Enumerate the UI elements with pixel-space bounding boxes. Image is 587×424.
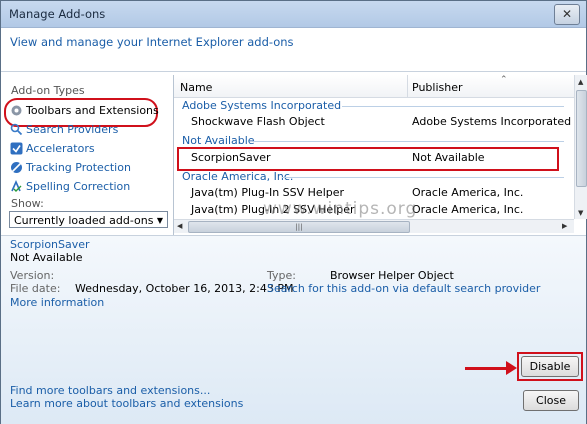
sidebar-item-spelling-correction[interactable]: Spelling Correction [10,178,130,194]
scroll-up-icon[interactable]: ▲ [578,78,583,86]
details-addon-publisher: Not Available [10,251,83,264]
chevron-down-icon: ▼ [156,216,163,225]
column-divider[interactable] [407,75,408,97]
title-bar: Manage Add-ons ✕ [1,1,586,28]
sort-ascending-icon: ⌃ [500,75,508,85]
more-information-link[interactable]: More information [10,296,104,309]
group-header: Not Available [182,134,255,147]
addon-types-label: Add-on Types [11,84,85,97]
addon-publisher: Adobe Systems Incorporated [412,115,572,128]
close-button[interactable]: Close [523,390,579,411]
red-arrow-head [506,361,517,375]
sidebar-item-label: Toolbars and Extensions [26,103,159,117]
list-header: Name Publisher ⌃ [174,75,574,98]
show-dropdown-value: Currently loaded add-ons [14,214,154,227]
divider [1,71,586,72]
group-divider [282,177,564,178]
tracking-protection-icon [10,161,23,174]
sidebar-item-accelerators[interactable]: Accelerators [10,140,95,156]
addon-name: Shockwave Flash Object [191,115,325,128]
disable-button[interactable]: Disable [521,356,579,377]
show-label: Show: [11,197,44,210]
details-pane: ScorpionSaver Not Available Version: Fil… [1,235,586,424]
spelling-icon [10,179,23,193]
sidebar-item-search-providers[interactable]: Search Providers [10,121,118,137]
show-dropdown[interactable]: Currently loaded add-ons ▼ [9,211,168,228]
sidebar-item-toolbars-extensions[interactable]: Toolbars and Extensions [10,102,159,118]
gear-icon [10,104,23,117]
group-divider [252,141,564,142]
addon-publisher: Oracle America, Inc. [412,186,524,199]
sidebar-item-label: Accelerators [26,141,95,155]
watermark: www.wintips.org [263,199,418,219]
close-window-button[interactable]: ✕ [554,4,580,25]
learn-more-link[interactable]: Learn more about toolbars and extensions [10,397,243,410]
file-date-label: File date: [10,282,61,295]
window-title: Manage Add-ons [9,7,106,21]
row-highlight-box [177,147,559,171]
header-link[interactable]: View and manage your Internet Explorer a… [10,35,294,49]
type-label: Type: [267,269,296,282]
scroll-down-icon[interactable]: ▼ [578,209,583,217]
vertical-scroll-thumb[interactable] [576,90,587,187]
group-divider [342,106,564,107]
sidebar-item-tracking-protection[interactable]: Tracking Protection [10,159,131,175]
search-addon-link[interactable]: Search for this add-on via default searc… [267,282,540,295]
horizontal-scroll-thumb[interactable]: ||| [188,221,410,233]
red-arrow [465,367,509,370]
sidebar-item-label: Spelling Correction [26,179,131,193]
details-addon-name: ScorpionSaver [10,238,90,251]
horizontal-scrollbar[interactable]: ◀ ||| ▶ [174,219,574,233]
version-label: Version: [10,269,55,282]
group-header: Adobe Systems Incorporated [182,99,342,112]
sidebar-item-label: Tracking Protection [26,160,131,174]
scroll-right-icon[interactable]: ▶ [562,222,567,230]
vertical-scrollbar[interactable]: ▲ ▼ [574,75,587,219]
group-header: Oracle America, Inc. [182,170,294,183]
table-row[interactable]: Shockwave Flash Object Adobe Systems Inc… [174,113,574,130]
file-date-value: Wednesday, October 16, 2013, 2:43 PM [75,282,294,295]
manage-addons-window: Manage Add-ons ✕ View and manage your In… [0,0,587,424]
sidebar-item-label: Search Providers [26,122,119,136]
column-header-publisher[interactable]: Publisher [412,81,463,94]
accelerator-icon [10,142,23,155]
scroll-left-icon[interactable]: ◀ [177,222,182,230]
find-more-link[interactable]: Find more toolbars and extensions... [10,384,210,397]
addon-name: Java(tm) Plug-In SSV Helper [191,186,345,199]
type-value: Browser Helper Object [330,269,454,282]
column-header-name[interactable]: Name [180,81,212,94]
addon-publisher: Oracle America, Inc. [412,203,524,216]
search-icon [10,123,23,136]
